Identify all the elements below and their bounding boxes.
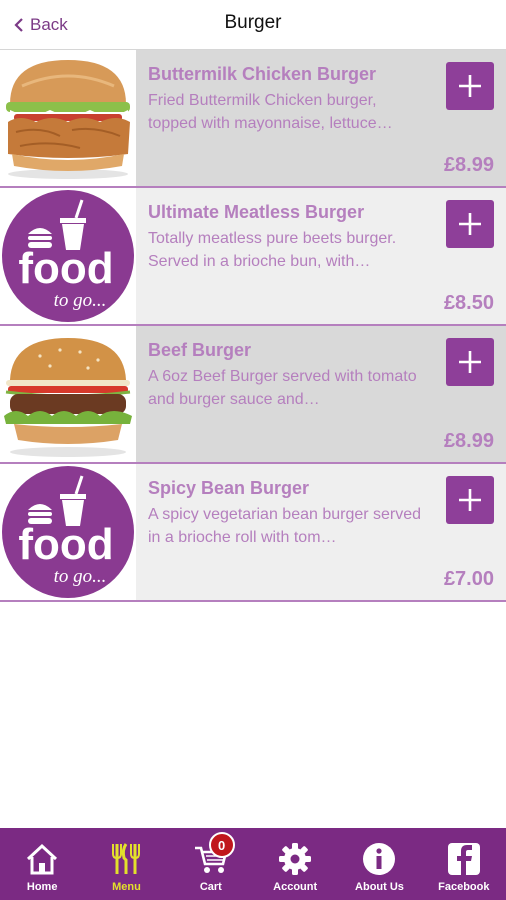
- plus-icon: [459, 213, 481, 235]
- add-to-cart-button[interactable]: [446, 338, 494, 386]
- bottom-tab-bar: Home Menu Cart 0 Account About Us Facebo…: [0, 828, 506, 900]
- tab-about-us[interactable]: About Us: [337, 828, 421, 900]
- gear-icon: [279, 843, 312, 875]
- add-to-cart-button[interactable]: [446, 62, 494, 110]
- logo-tagline: to go...: [54, 290, 107, 311]
- menu-item-ultimate-meatless-burger[interactable]: food to go... Ultimate Meatless Burger T…: [0, 188, 506, 326]
- navigation-bar: Back Burger: [0, 0, 506, 50]
- add-to-cart-button[interactable]: [446, 476, 494, 524]
- menu-item-buttermilk-chicken-burger[interactable]: Buttermilk Chicken Burger Fried Buttermi…: [0, 50, 506, 188]
- beef-burger-photo: [0, 326, 136, 462]
- tab-label: Facebook: [438, 881, 490, 893]
- page-title: Burger: [224, 12, 282, 33]
- item-name: Beef Burger: [148, 340, 252, 360]
- menu-item-beef-burger[interactable]: Beef Burger A 6oz Beef Burger served wit…: [0, 326, 506, 464]
- cutlery-icon: [112, 843, 141, 874]
- tab-label: Account: [273, 881, 318, 893]
- logo-tagline: to go...: [54, 566, 107, 587]
- info-icon: [363, 843, 396, 875]
- menu-item-list: Buttermilk Chicken Burger Fried Buttermi…: [0, 50, 506, 602]
- item-price: £8.99: [443, 154, 494, 176]
- tab-label: About Us: [355, 881, 404, 893]
- item-price: £8.99: [443, 430, 494, 452]
- plus-icon: [459, 75, 481, 97]
- food-to-go-logo: food to go...: [0, 464, 136, 600]
- plus-icon: [459, 489, 481, 511]
- cart-count-badge: 0: [208, 832, 235, 858]
- tab-label: Cart: [199, 881, 222, 893]
- item-name: Buttermilk Chicken Burger: [148, 64, 377, 84]
- item-description: Totally meatless pure beets burger. Serv…: [148, 230, 397, 270]
- item-name: Ultimate Meatless Burger: [148, 202, 365, 222]
- facebook-icon: [447, 843, 480, 875]
- item-price: £7.00: [443, 568, 494, 590]
- home-icon: [27, 843, 58, 875]
- tab-facebook[interactable]: Facebook: [422, 828, 506, 900]
- tab-label: Home: [26, 881, 58, 893]
- plus-icon: [459, 351, 481, 373]
- item-name: Spicy Bean Burger: [148, 478, 310, 498]
- tab-cart[interactable]: Cart 0: [169, 828, 253, 900]
- chicken-burger-photo: [0, 50, 136, 186]
- tab-menu[interactable]: Menu: [84, 828, 168, 900]
- item-description: A 6oz Beef Burger served with tomato and…: [148, 368, 417, 408]
- tab-label: Menu: [112, 881, 141, 893]
- item-price: £8.50: [443, 292, 494, 314]
- item-description: A spicy vegetarian bean burger served in…: [148, 506, 422, 546]
- menu-item-spicy-bean-burger[interactable]: food to go... Spicy Bean Burger A spicy …: [0, 464, 506, 602]
- add-to-cart-button[interactable]: [446, 200, 494, 248]
- logo-wordmark: food: [18, 520, 113, 569]
- logo-wordmark: food: [18, 244, 113, 293]
- item-description: Fried Buttermilk Chicken burger, topped …: [148, 92, 393, 132]
- food-to-go-logo: food to go...: [0, 188, 136, 324]
- tab-account[interactable]: Account: [253, 828, 337, 900]
- tab-home[interactable]: Home: [0, 828, 84, 900]
